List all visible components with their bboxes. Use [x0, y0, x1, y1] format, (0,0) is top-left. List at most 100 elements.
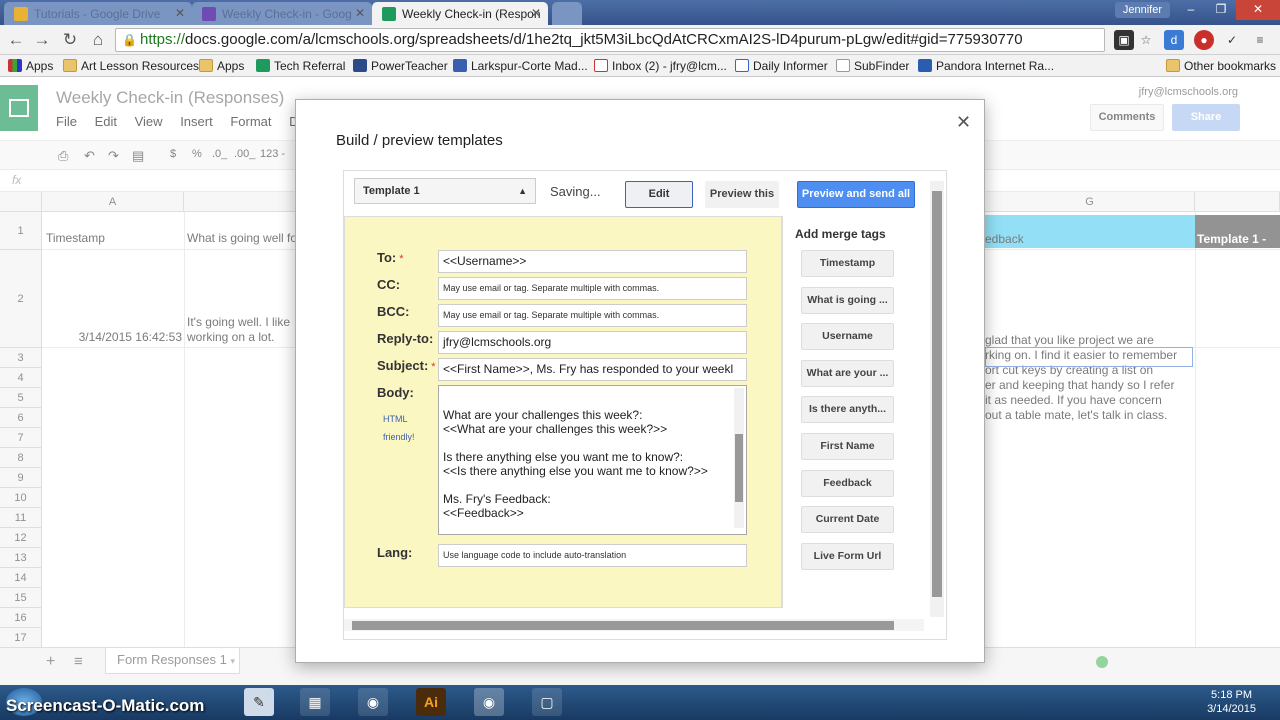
preview-and-send-all-button[interactable]: Preview and send all	[797, 181, 915, 208]
clock-time: 5:18 PM	[1211, 689, 1253, 701]
sheets-icon	[256, 59, 270, 72]
merge-tags-panel: Add merge tags Timestamp What is going ..…	[782, 216, 928, 608]
illustrator-icon[interactable]: Ai	[416, 688, 446, 716]
bookmark-pandora[interactable]: Pandora Internet Ra...	[918, 59, 1054, 73]
notepad-icon[interactable]: ✎	[244, 688, 274, 716]
maximize-icon[interactable]: ❐	[1206, 0, 1236, 20]
apps-grid-icon	[8, 59, 22, 72]
menu-icon[interactable]: ≡	[1250, 30, 1270, 50]
bookmark-tech-referral[interactable]: Tech Referral	[256, 59, 345, 73]
bookmark-label: Inbox (2) - jfry@lcm...	[612, 59, 727, 73]
bookmark-apps-2[interactable]: Apps	[199, 59, 244, 73]
required-mark: *	[431, 361, 436, 373]
bookmark-label: Pandora Internet Ra...	[936, 59, 1055, 73]
bcc-label: BCC:	[377, 304, 410, 319]
body-scrollbar-thumb[interactable]	[735, 434, 743, 502]
save-status: Saving...	[550, 184, 601, 199]
reload-icon[interactable]: ↻	[60, 30, 80, 50]
page-icon	[735, 59, 749, 72]
body-textarea[interactable]: What are your challenges this week?: <<W…	[438, 385, 747, 535]
new-tab-button[interactable]	[552, 2, 582, 25]
capture-tool-icon[interactable]: ▢	[532, 688, 562, 716]
calendar-icon	[453, 59, 467, 72]
cc-label: CC:	[377, 277, 401, 292]
bookmark-label: Art Lesson Resources	[81, 59, 200, 73]
page-icon	[836, 59, 850, 72]
browser-tab-strip: Tutorials - Google Drive ✕ Weekly Check-…	[0, 0, 1280, 25]
bookmark-art-lesson[interactable]: Art Lesson Resources	[63, 59, 199, 73]
scrollbar-thumb[interactable]	[932, 191, 942, 597]
extension-stop-icon[interactable]: ●	[1194, 30, 1214, 50]
build-preview-templates-dialog: Build / preview templates ✕ Template 1 ▲…	[295, 99, 985, 663]
template-select[interactable]: Template 1 ▲	[354, 178, 536, 204]
forward-icon[interactable]: →	[32, 30, 52, 50]
minimize-icon[interactable]: –	[1176, 0, 1206, 20]
merge-tag-button[interactable]: Timestamp	[801, 250, 894, 277]
merge-tag-button[interactable]: Feedback	[801, 469, 894, 497]
bookmark-larkspur[interactable]: Larkspur-Corte Mad...	[453, 59, 588, 73]
label-text: To:	[377, 250, 397, 265]
to-field[interactable]: <<Username>>	[438, 250, 747, 273]
bookmark-daily-informer[interactable]: Daily Informer	[735, 59, 828, 73]
merge-tag-button[interactable]: Live Form Url	[801, 542, 894, 570]
cc-field[interactable]: May use email or tag. Separate multiple …	[438, 277, 747, 300]
scrollbar-thumb[interactable]	[352, 621, 894, 630]
extension-bird-icon[interactable]: ✓	[1222, 30, 1242, 50]
bookmark-other[interactable]: Other bookmarks	[1166, 59, 1276, 73]
extension-d-icon[interactable]: d	[1164, 30, 1184, 50]
edit-button[interactable]: Edit	[625, 181, 693, 208]
apps-tiles-icon[interactable]: ▦	[300, 688, 330, 716]
window-close-icon[interactable]: ✕	[1236, 0, 1280, 20]
cast-icon[interactable]: ▣	[1114, 30, 1134, 50]
bcc-field[interactable]: May use email or tag. Separate multiple …	[438, 304, 747, 327]
bookmark-label: Apps	[26, 59, 54, 73]
select-arrows-icon: ▲	[518, 186, 527, 196]
bookmarks-bar: Apps Art Lesson Resources Apps Tech Refe…	[0, 55, 1280, 77]
address-bar[interactable]: 🔒 https://docs.google.com/a/lcmschools.or…	[115, 28, 1105, 52]
merge-tag-button[interactable]: Is there anyth...	[801, 396, 894, 424]
home-icon[interactable]: ⌂	[88, 30, 108, 50]
subject-field[interactable]: <<First Name>>, Ms. Fry has responded to…	[438, 358, 747, 381]
bookmark-star-icon[interactable]: ☆	[1136, 30, 1156, 50]
chrome-active-icon[interactable]: ◉	[474, 688, 504, 716]
bookmark-powerteacher[interactable]: PowerTeacher	[353, 59, 448, 73]
bookmark-label: Apps	[217, 59, 245, 73]
clock-date: 3/14/2015	[1207, 703, 1256, 715]
close-icon[interactable]: ✕	[531, 6, 541, 20]
chrome-icon[interactable]: ◉	[358, 688, 388, 716]
reply-to-field[interactable]: jfry@lcmschools.org	[438, 331, 747, 354]
frame-scrollbar[interactable]	[930, 181, 944, 617]
bookmark-label: Tech Referral	[274, 59, 346, 73]
merge-tag-button[interactable]: What are your ...	[801, 359, 894, 387]
browser-tab-tutorials[interactable]: Tutorials - Google Drive ✕	[4, 2, 192, 25]
back-icon[interactable]: ←	[6, 30, 26, 50]
merge-tag-button[interactable]: Current Date	[801, 506, 894, 534]
merge-tag-button[interactable]: First Name	[801, 433, 894, 460]
folder-icon	[199, 59, 213, 72]
merge-tag-button[interactable]: What is going ...	[801, 286, 894, 314]
tab-title: Weekly Check-in - Goog	[222, 7, 352, 21]
system-clock[interactable]: 5:18 PM 3/14/2015	[1207, 688, 1256, 716]
bookmark-label: PowerTeacher	[371, 59, 448, 73]
forms-icon	[202, 7, 216, 21]
tab-title: Weekly Check-in (Respon	[402, 7, 541, 21]
close-icon[interactable]: ✕	[355, 6, 365, 20]
frame-horizontal-scrollbar[interactable]	[344, 619, 924, 631]
subject-label: Subject: *	[377, 358, 436, 373]
merge-tag-button[interactable]: Username	[801, 323, 894, 351]
browser-tab-weekly-responses[interactable]: Weekly Check-in (Respon ✕	[372, 2, 548, 25]
body-text: What are your challenges this week?: <<W…	[443, 408, 708, 520]
bookmark-apps[interactable]: Apps	[8, 59, 53, 73]
bookmark-label: Larkspur-Corte Mad...	[471, 59, 588, 73]
bookmark-inbox[interactable]: Inbox (2) - jfry@lcm...	[594, 59, 727, 73]
drive-icon	[14, 7, 28, 21]
lang-field[interactable]: Use language code to include auto-transl…	[438, 544, 747, 567]
close-icon[interactable]: ✕	[956, 112, 971, 133]
preview-this-button[interactable]: Preview this	[705, 181, 779, 208]
bookmark-subfinder[interactable]: SubFinder	[836, 59, 909, 73]
friendly-note: friendly!	[383, 432, 415, 442]
browser-tab-weekly-form[interactable]: Weekly Check-in - Goog ✕	[192, 2, 372, 25]
required-mark: *	[399, 253, 404, 265]
profile-name[interactable]: Jennifer	[1114, 2, 1170, 18]
close-icon[interactable]: ✕	[175, 6, 185, 20]
